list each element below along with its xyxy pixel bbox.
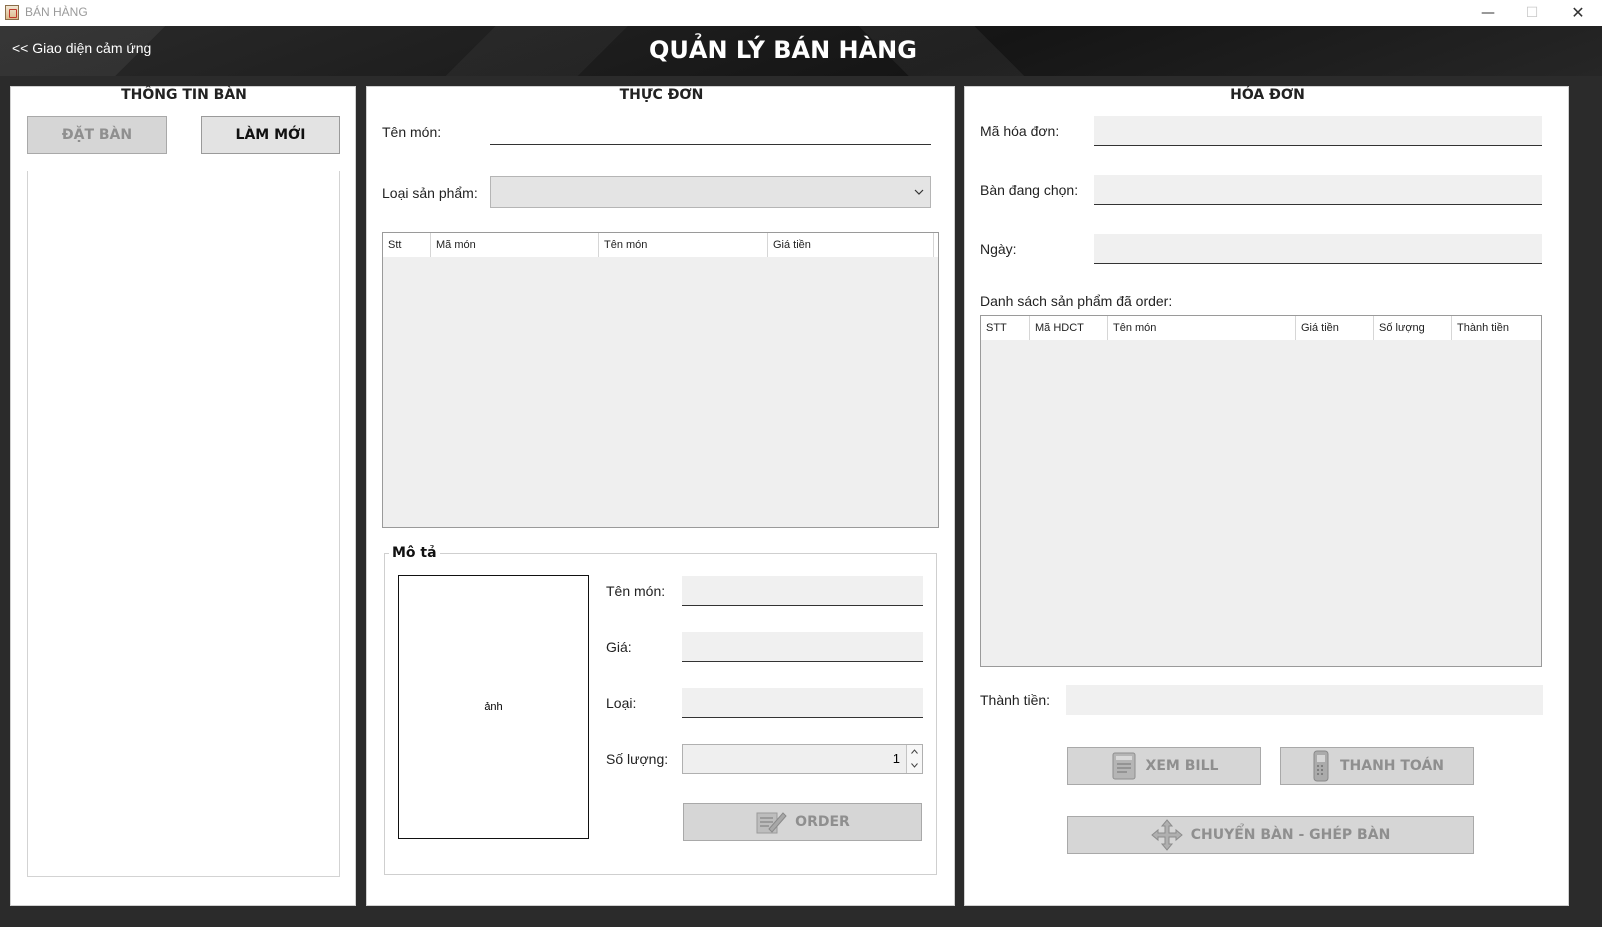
detail-type-label: Loại: — [606, 695, 637, 711]
table-info-legend: THÔNG TIN BÀN — [121, 87, 247, 103]
col-header-quantity[interactable]: Số lượng — [1374, 316, 1452, 340]
selected-table-field[interactable] — [1094, 175, 1542, 205]
minimize-button[interactable]: — — [1466, 0, 1510, 26]
move-merge-label: CHUYỂN BÀN - GHÉP BÀN — [1190, 827, 1391, 843]
detail-dish-name-label: Tên món: — [606, 583, 666, 599]
menu-table-header: Stt Mã món Tên món Giá tiền — [383, 233, 938, 257]
chevron-down-icon — [914, 189, 924, 195]
detail-dish-name-field[interactable] — [682, 576, 923, 606]
invoice-id-label: Mã hóa đơn: — [980, 123, 1060, 139]
menu-legend: THỰC ĐƠN — [619, 87, 704, 103]
product-type-select[interactable] — [490, 176, 931, 208]
detail-price-field[interactable] — [682, 632, 923, 662]
invoice-legend: HÓA ĐƠN — [1230, 87, 1305, 103]
total-label: Thành tiền: — [980, 692, 1051, 708]
detail-type-field[interactable] — [682, 688, 923, 718]
maximize-button[interactable]: ☐ — [1510, 0, 1554, 26]
java-app-icon — [5, 5, 19, 20]
move-merge-table-button[interactable]: CHUYỂN BÀN - GHÉP BÀN — [1067, 816, 1474, 854]
menu-panel: THỰC ĐƠN Tên món: Loại sản phẩm: Stt Mã … — [366, 86, 955, 906]
invoice-id-field[interactable] — [1094, 116, 1542, 146]
order-edit-icon — [756, 812, 787, 834]
col-header-dish-code[interactable]: Mã món — [431, 233, 599, 257]
quantity-label: Số lượng: — [606, 751, 669, 767]
dish-name-label: Tên món: — [382, 124, 442, 140]
order-button-label: ORDER — [795, 814, 850, 830]
dish-name-search-input[interactable] — [490, 119, 931, 145]
receipt-icon — [1112, 752, 1136, 780]
view-bill-label: XEM BILL — [1145, 758, 1219, 774]
move-arrows-icon — [1150, 819, 1183, 851]
table-info-panel: THÔNG TIN BÀN ĐẶT BÀN LÀM MỚI — [10, 86, 356, 906]
detail-price-label: Giá: — [606, 639, 632, 655]
date-label: Ngày: — [980, 241, 1017, 257]
pay-label: THANH TOÁN — [1339, 758, 1445, 774]
description-fieldset: Mô tả ảnh Tên món: Giá: Loại: Số lượng: … — [384, 545, 937, 875]
page-title: QUẢN LÝ BÁN HÀNG — [649, 36, 917, 64]
dish-image: ảnh — [398, 575, 589, 839]
window-titlebar: BÁN HÀNG — ☐ ✕ — [0, 0, 1602, 26]
app-header: << Giao diện cảm ứng QUẢN LÝ BÁN HÀNG — [0, 26, 1602, 76]
table-list-area[interactable] — [27, 171, 340, 877]
product-type-label: Loại sản phẩm: — [382, 185, 478, 201]
invoice-panel: HÓA ĐƠN Mã hóa đơn: Bàn đang chọn: Ngày:… — [964, 86, 1569, 906]
book-table-button[interactable]: ĐẶT BÀN — [27, 116, 167, 154]
refresh-button[interactable]: LÀM MỚI — [201, 116, 340, 154]
ordered-table-header: STT Mã HDCT Tên món Giá tiền Số lượng Th… — [981, 316, 1541, 340]
quantity-value: 1 — [892, 751, 900, 766]
col-header-dish-name[interactable]: Tên món — [599, 233, 768, 257]
view-bill-button[interactable]: XEM BILL — [1067, 747, 1261, 785]
close-button[interactable]: ✕ — [1556, 0, 1600, 26]
quantity-stepper[interactable]: 1 — [682, 744, 923, 774]
col-header-price[interactable]: Giá tiền — [1296, 316, 1374, 340]
col-header-stt[interactable]: Stt — [383, 233, 431, 257]
col-header-dish-name[interactable]: Tên món — [1108, 316, 1296, 340]
ordered-list-label: Danh sách sản phẩm đã order: — [980, 293, 1173, 309]
menu-table[interactable]: Stt Mã món Tên món Giá tiền — [382, 232, 939, 528]
selected-table-label: Bàn đang chọn: — [980, 182, 1079, 198]
chevron-down-icon[interactable] — [911, 763, 918, 768]
main-area: THÔNG TIN BÀN ĐẶT BÀN LÀM MỚI THỰC ĐƠN T… — [0, 76, 1602, 927]
pay-button[interactable]: THANH TOÁN — [1280, 747, 1474, 785]
window-title: BÁN HÀNG — [25, 5, 88, 19]
col-header-subtotal[interactable]: Thành tiền — [1452, 316, 1541, 340]
stepper-buttons — [906, 745, 922, 773]
col-header-stt[interactable]: STT — [981, 316, 1030, 340]
total-field[interactable] — [1066, 685, 1543, 715]
card-terminal-icon — [1313, 750, 1329, 782]
order-button[interactable]: ORDER — [683, 803, 922, 841]
description-legend: Mô tả — [389, 545, 440, 561]
ordered-items-table[interactable]: STT Mã HDCT Tên món Giá tiền Số lượng Th… — [980, 315, 1542, 667]
date-field[interactable] — [1094, 234, 1542, 264]
col-header-price[interactable]: Giá tiền — [768, 233, 934, 257]
col-header-detail-code[interactable]: Mã HDCT — [1030, 316, 1108, 340]
chevron-up-icon[interactable] — [911, 749, 918, 754]
